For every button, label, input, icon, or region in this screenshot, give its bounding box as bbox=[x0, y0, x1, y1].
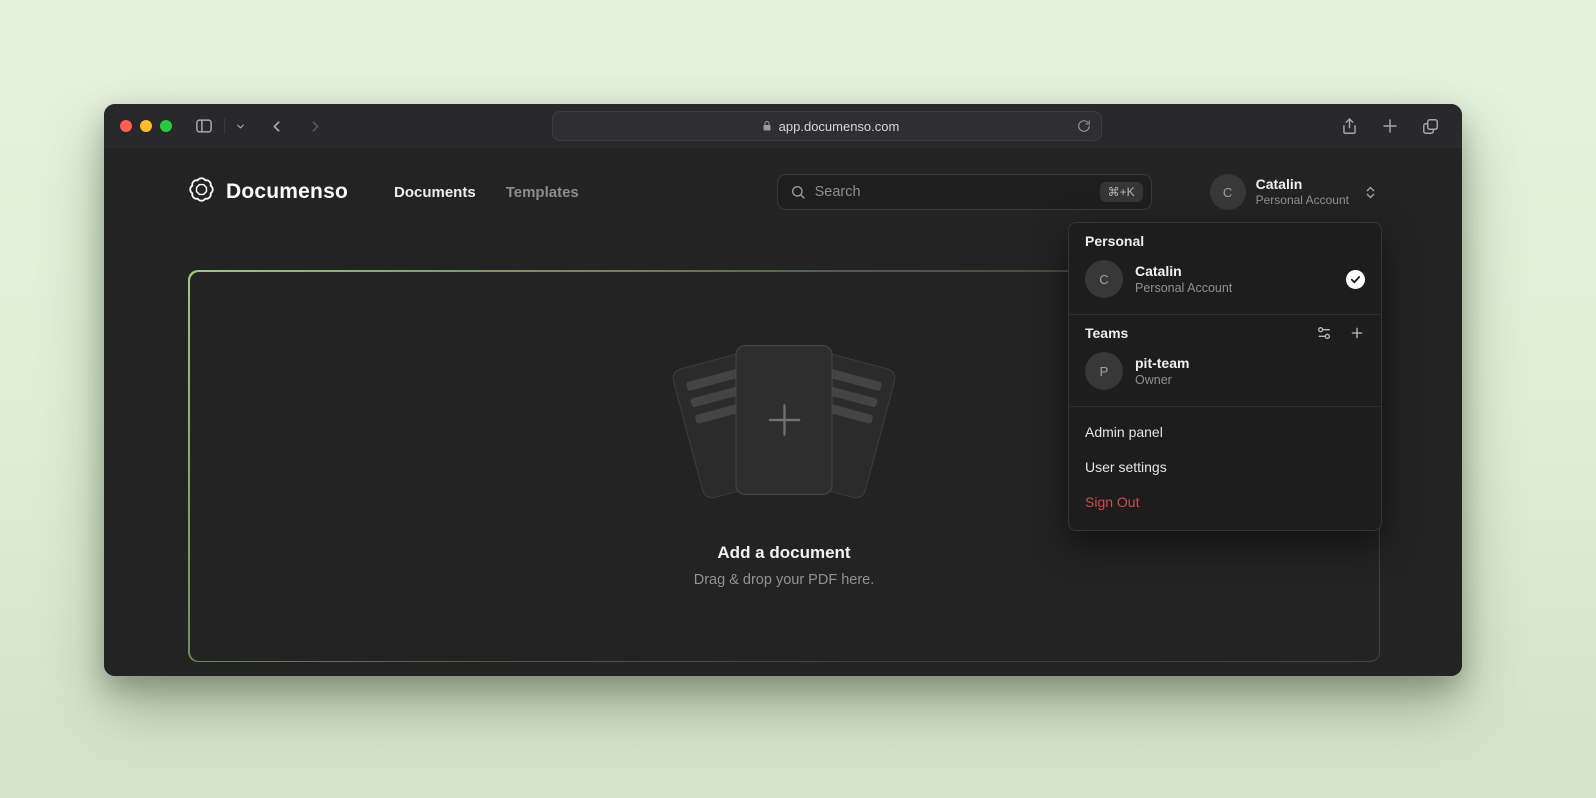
team-item[interactable]: P pit-team Owner bbox=[1085, 349, 1365, 393]
documenso-logo-icon bbox=[188, 176, 215, 208]
back-icon[interactable] bbox=[268, 118, 285, 135]
chevron-down-icon[interactable] bbox=[235, 121, 246, 132]
account-menu-button[interactable]: C Catalin Personal Account bbox=[1210, 174, 1378, 210]
search-input[interactable] bbox=[815, 184, 1091, 200]
url-text: app.documenso.com bbox=[779, 119, 900, 134]
personal-account-name: Catalin bbox=[1135, 262, 1334, 280]
search-shortcut-badge: ⌘+K bbox=[1100, 182, 1143, 202]
lock-icon bbox=[761, 120, 773, 132]
manage-teams-icon[interactable] bbox=[1316, 325, 1332, 341]
personal-account-item[interactable]: C Catalin Personal Account bbox=[1085, 257, 1365, 301]
search-bar[interactable]: ⌘+K bbox=[777, 174, 1152, 210]
menu-item-sign-out[interactable]: Sign Out bbox=[1085, 484, 1365, 519]
personal-account-subtitle: Personal Account bbox=[1135, 280, 1334, 296]
traffic-lights bbox=[120, 120, 172, 132]
app-content: Documenso Documents Templates ⌘+K C Cata… bbox=[104, 148, 1462, 676]
teams-section: Teams P pit-team Owner bbox=[1069, 315, 1381, 406]
menu-item-user-settings[interactable]: User settings bbox=[1085, 449, 1365, 484]
document-card-center bbox=[736, 345, 833, 495]
document-stack-illustration bbox=[668, 345, 900, 513]
zoom-window-button[interactable] bbox=[160, 120, 172, 132]
account-avatar: C bbox=[1210, 174, 1246, 210]
dropzone-subtitle: Drag & drop your PDF here. bbox=[694, 572, 875, 588]
team-role: Owner bbox=[1135, 372, 1365, 388]
account-name: Catalin bbox=[1256, 176, 1349, 194]
personal-section-label: Personal bbox=[1085, 233, 1144, 249]
nav-templates[interactable]: Templates bbox=[506, 184, 579, 201]
forward-icon bbox=[307, 118, 324, 135]
close-window-button[interactable] bbox=[120, 120, 132, 132]
desktop: { "colors": { "page_background": "#deeed… bbox=[0, 0, 1596, 798]
tab-overview-icon[interactable] bbox=[1421, 117, 1440, 136]
chevrons-up-down-icon bbox=[1363, 185, 1378, 200]
team-avatar: P bbox=[1085, 352, 1123, 390]
teams-section-label: Teams bbox=[1085, 325, 1128, 341]
personal-account-avatar: C bbox=[1085, 260, 1123, 298]
reload-icon[interactable] bbox=[1077, 119, 1091, 133]
toolbar-divider bbox=[224, 118, 225, 134]
account-dropdown: Personal C Catalin Personal Account Team bbox=[1068, 222, 1382, 531]
browser-toolbar: app.documenso.com bbox=[104, 104, 1462, 148]
dropzone-title: Add a document bbox=[717, 543, 850, 563]
account-subtitle: Personal Account bbox=[1256, 193, 1349, 208]
selected-check-icon bbox=[1346, 270, 1365, 289]
nav-documents[interactable]: Documents bbox=[394, 184, 476, 201]
plus-icon bbox=[762, 398, 806, 442]
dropdown-menu-items: Admin panel User settings Sign Out bbox=[1069, 407, 1381, 530]
brand-name: Documenso bbox=[226, 180, 348, 204]
add-team-icon[interactable] bbox=[1349, 325, 1365, 341]
toolbar-right-icons bbox=[1340, 117, 1440, 136]
share-icon[interactable] bbox=[1340, 117, 1359, 136]
new-tab-icon[interactable] bbox=[1381, 117, 1399, 136]
team-name: pit-team bbox=[1135, 354, 1365, 372]
search-icon bbox=[790, 184, 806, 200]
sidebar-toggle-icon[interactable] bbox=[194, 116, 214, 136]
brand[interactable]: Documenso bbox=[188, 176, 348, 208]
personal-section: Personal C Catalin Personal Account bbox=[1069, 223, 1381, 314]
menu-item-admin-panel[interactable]: Admin panel bbox=[1085, 414, 1365, 449]
url-bar[interactable]: app.documenso.com bbox=[552, 111, 1102, 141]
browser-window: app.documenso.com bbox=[104, 104, 1462, 676]
url-bar-container: app.documenso.com bbox=[332, 111, 1322, 141]
minimize-window-button[interactable] bbox=[140, 120, 152, 132]
main-nav: Documents Templates bbox=[394, 184, 579, 201]
